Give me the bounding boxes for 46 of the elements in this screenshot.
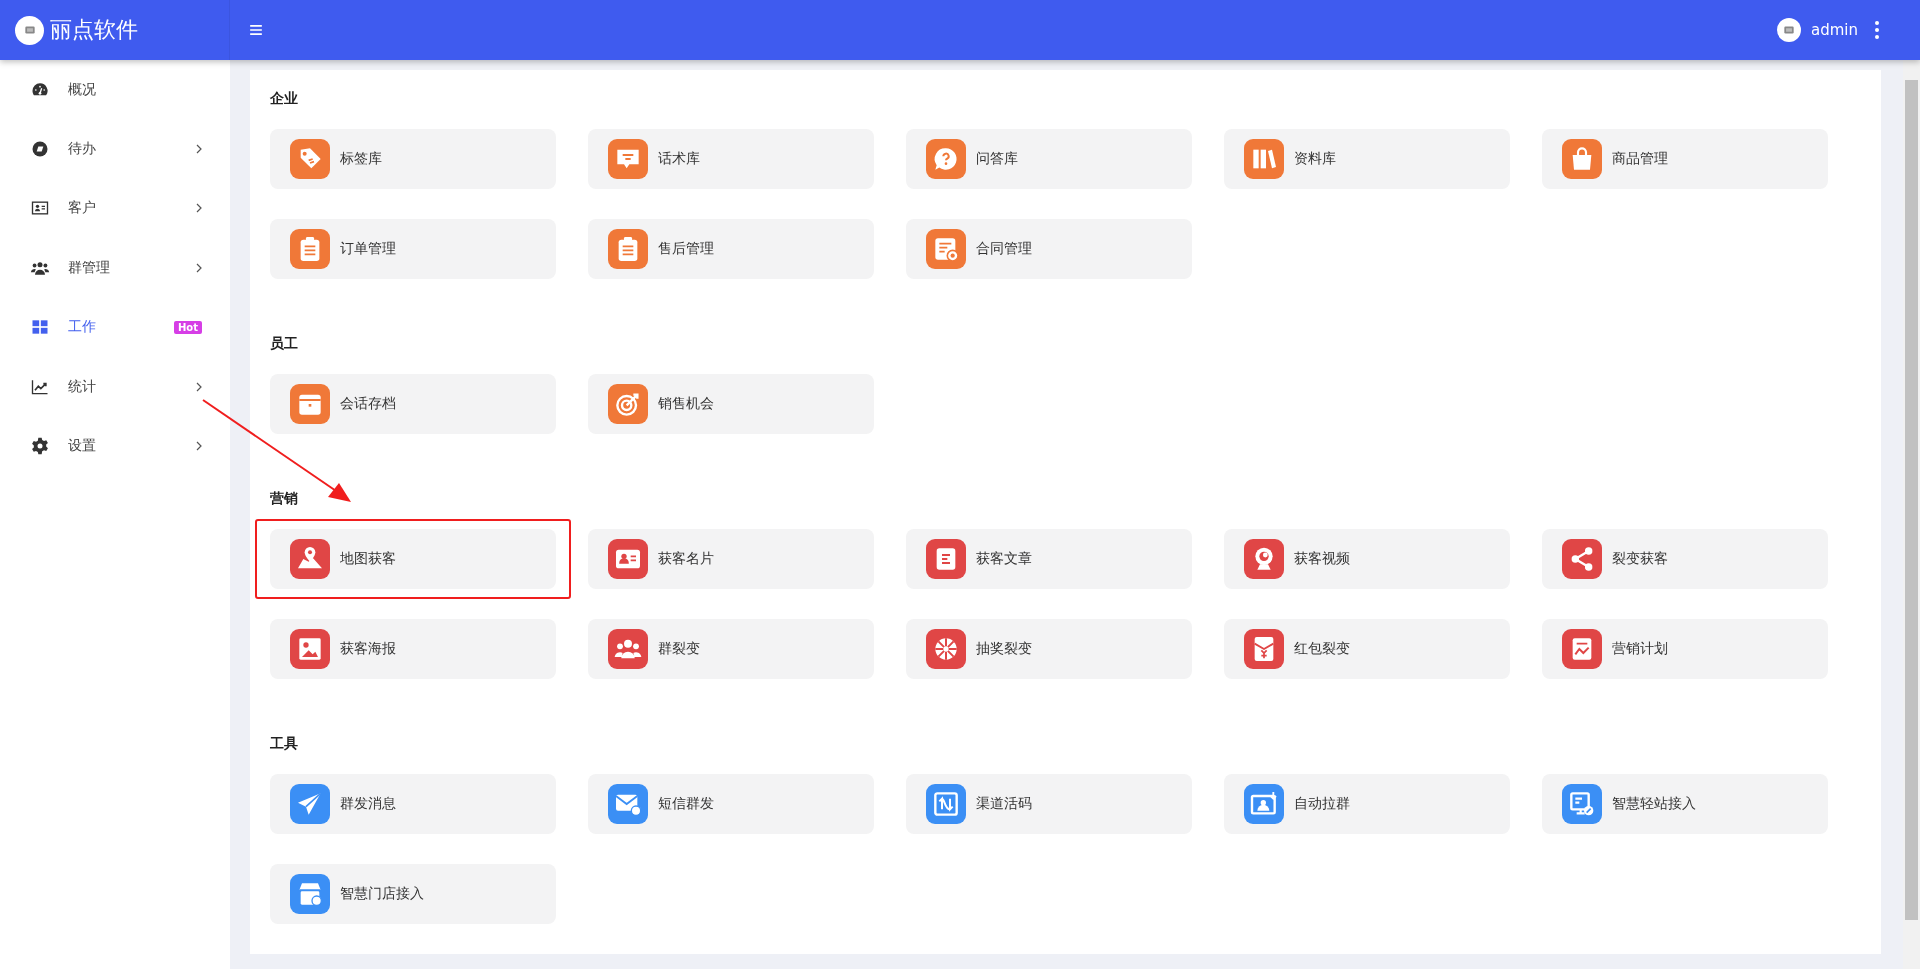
app-tile[interactable]: 红包裂变 <box>1224 619 1510 679</box>
app-tile[interactable]: 合同管理 <box>906 219 1192 279</box>
app-tile[interactable]: 会话存档 <box>270 374 556 434</box>
app-tile[interactable]: 商品管理 <box>1542 129 1828 189</box>
app-tile[interactable]: 智慧轻站接入 <box>1542 774 1828 834</box>
more-options-icon[interactable] <box>1874 20 1880 40</box>
app-tile[interactable]: 地图获客 <box>270 529 556 589</box>
app-tile[interactable]: 话术库 <box>588 129 874 189</box>
sidebar-item[interactable]: 群管理 <box>0 238 230 298</box>
app-tile[interactable]: 抽奖裂变 <box>906 619 1192 679</box>
app-tile[interactable]: 智慧门店接入 <box>270 864 556 924</box>
section-title: 营销 <box>270 489 299 508</box>
hot-badge: Hot <box>173 320 202 334</box>
avatar-icon[interactable] <box>1777 18 1801 42</box>
sidebar-item[interactable]: 统计 <box>0 356 230 417</box>
app-tile[interactable]: 订单管理 <box>270 219 556 279</box>
app-tile[interactable]: 售后管理 <box>588 219 874 279</box>
scrollbar[interactable] <box>1903 60 1920 969</box>
app-tile[interactable]: 裂变获客 <box>1542 529 1828 589</box>
user-name[interactable]: admin <box>1811 21 1858 39</box>
app-tile[interactable]: 营销计划 <box>1542 619 1828 679</box>
app-tile[interactable]: 获客名片 <box>588 529 874 589</box>
sidebar-item[interactable]: 客户 <box>0 178 230 239</box>
sidebar-item[interactable]: 待办 <box>0 119 230 179</box>
section-title: 工具 <box>270 734 299 753</box>
settings-icon <box>30 436 50 457</box>
section-title: 企业 <box>270 89 299 108</box>
app-tile[interactable]: 群裂变 <box>588 619 874 679</box>
sidebar-item[interactable]: 概况 <box>0 60 230 120</box>
app-tile[interactable]: 标签库 <box>270 129 556 189</box>
app-tile[interactable]: 群发消息 <box>270 774 556 834</box>
app-tile[interactable]: 渠道活码 <box>906 774 1192 834</box>
app-tile[interactable]: 获客海报 <box>270 619 556 679</box>
app-tile[interactable]: 获客文章 <box>906 529 1192 589</box>
app-tile[interactable]: 短信群发 <box>588 774 874 834</box>
app-tile[interactable]: 问答库 <box>906 129 1192 189</box>
sidebar-item[interactable]: 工作 Hot <box>0 297 230 357</box>
section-title: 员工 <box>270 334 299 353</box>
app-tile[interactable]: 自动拉群 <box>1224 774 1510 834</box>
app-tile[interactable]: 销售机会 <box>588 374 874 434</box>
logo-icon <box>15 15 44 45</box>
app-tile[interactable]: 资料库 <box>1224 129 1510 189</box>
brand-name: 丽点软件 <box>50 16 138 44</box>
app-tile[interactable]: 获客视频 <box>1224 529 1510 589</box>
sidebar-item[interactable]: 设置 <box>0 416 230 476</box>
menu-button[interactable] <box>248 23 264 37</box>
